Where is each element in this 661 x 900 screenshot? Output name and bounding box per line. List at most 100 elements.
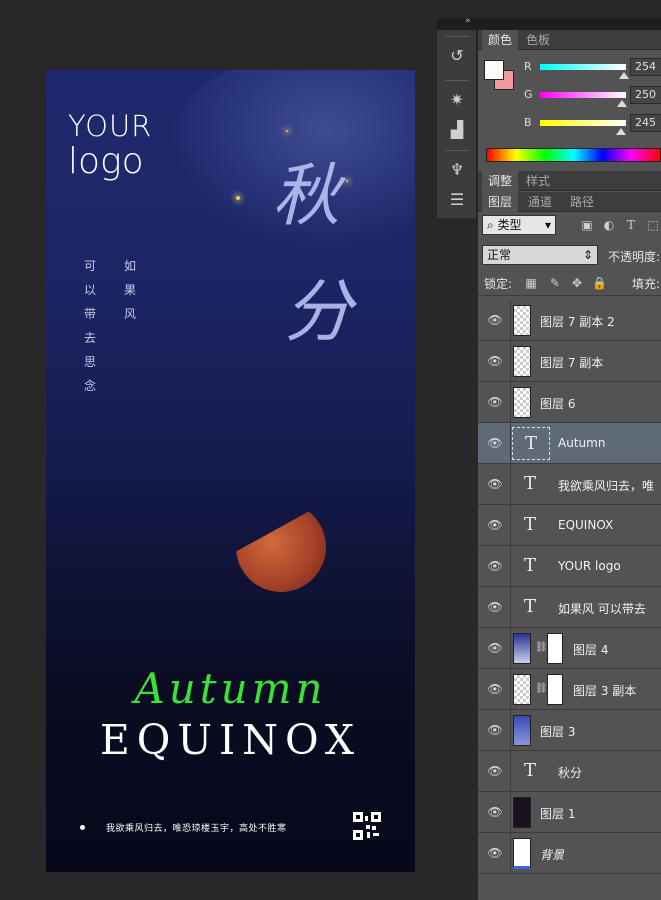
lock-move-icon[interactable]: ✥ <box>570 276 584 290</box>
equinox-title: EQUINOX <box>99 716 362 764</box>
layer-row[interactable]: 👁 图层 6 <box>478 382 661 423</box>
filter-pixel-icon[interactable]: ▣ <box>580 218 594 232</box>
eye-icon[interactable]: 👁 <box>487 395 503 409</box>
layer-row-selected[interactable]: 👁 T Autumn <box>478 423 661 464</box>
link-chain-icon[interactable]: ⛓ <box>535 642 548 653</box>
layer-thumbnail <box>513 633 531 664</box>
eye-icon[interactable]: 👁 <box>487 600 503 614</box>
layer-row[interactable]: 👁 T 如果风 可以带去 <box>478 587 661 628</box>
actions-wheel-icon[interactable]: ✷ <box>445 88 469 112</box>
layer-row[interactable]: 👁 背景 <box>478 833 661 874</box>
filter-adjustment-icon[interactable]: ◐ <box>602 218 616 232</box>
lock-all-icon[interactable]: 🔒 <box>592 276 607 290</box>
moon-image <box>236 502 326 592</box>
g-value-field[interactable]: 250 <box>630 86 661 104</box>
lock-brush-icon[interactable]: ✎ <box>548 276 562 290</box>
tab-swatches[interactable]: 色板 <box>520 30 556 50</box>
layer-name: 秋分 <box>558 766 583 780</box>
divider <box>510 751 511 792</box>
layer-row[interactable]: 👁 T EQUINOX <box>478 505 661 546</box>
tab-styles[interactable]: 样式 <box>520 171 556 191</box>
r-value-field[interactable]: 254 <box>630 58 661 76</box>
tab-layers[interactable]: 图层 <box>482 192 519 212</box>
panel-collapse-bar[interactable]: » <box>437 16 661 30</box>
layer-row[interactable]: 👁 图层 7 副本 2 <box>478 300 661 341</box>
filter-kind-select[interactable]: ⌕ 类型 ▾ <box>482 215 556 235</box>
eye-icon[interactable]: 👁 <box>487 518 503 532</box>
divider <box>510 669 511 710</box>
r-slider-thumb[interactable] <box>619 72 629 79</box>
fill-label: 填充: <box>632 277 661 291</box>
divider <box>510 423 511 464</box>
tab-color[interactable]: 颜色 <box>482 30 519 50</box>
layer-row[interactable]: 👁 图层 3 <box>478 710 661 751</box>
brushes-icon[interactable]: ♆ <box>445 158 469 182</box>
eye-icon[interactable]: 👁 <box>487 764 503 778</box>
autumn-title: Autumn <box>134 664 327 713</box>
eye-icon[interactable]: 👁 <box>487 477 503 491</box>
eye-icon[interactable]: 👁 <box>487 682 503 696</box>
eye-icon[interactable]: 👁 <box>487 559 503 573</box>
layer-mask-thumbnail[interactable] <box>547 674 563 705</box>
eye-icon[interactable]: 👁 <box>487 641 503 655</box>
r-slider[interactable] <box>540 64 626 70</box>
b-value-field[interactable]: 245 <box>630 114 661 132</box>
layer-row[interactable]: 👁 T 我欲乘风归去，唯 <box>478 464 661 505</box>
layer-row[interactable]: 👁 T YOUR logo <box>478 546 661 587</box>
layer-name: 图层 3 副本 <box>573 684 637 698</box>
g-label: G <box>524 88 533 101</box>
b-slider-thumb[interactable] <box>616 128 626 135</box>
link-chain-icon[interactable]: ⛓ <box>535 683 548 694</box>
logo-text-your: YOUR <box>68 109 153 143</box>
tab-adjustments[interactable]: 调整 <box>482 171 519 191</box>
canvas-poster[interactable]: YOUR logo 秋 分 可以带 去思念 如果风 Autumn EQUINOX… <box>46 70 415 872</box>
chevron-down-icon: ⇕ <box>582 248 593 262</box>
tab-paths[interactable]: 路径 <box>564 192 600 212</box>
layer-row[interactable]: 👁 T 秋分 <box>478 751 661 792</box>
eye-icon[interactable]: 👁 <box>487 846 503 860</box>
eye-icon[interactable]: 👁 <box>487 723 503 737</box>
layer-row[interactable]: 👁 ⛓ 图层 4 <box>478 628 661 669</box>
filter-type-icon[interactable]: T <box>624 218 638 232</box>
eye-icon[interactable]: 👁 <box>487 354 503 368</box>
filter-kind-value: 类型 <box>497 218 522 232</box>
divider <box>445 80 469 81</box>
layer-thumbnail <box>513 305 531 336</box>
eye-icon[interactable]: 👁 <box>487 313 503 327</box>
layer-name: 背景 <box>540 848 565 862</box>
layer-name: 图层 7 副本 <box>540 356 604 370</box>
layer-name: YOUR logo <box>558 559 621 573</box>
color-spectrum-bar[interactable] <box>486 148 661 162</box>
eye-icon[interactable]: 👁 <box>487 436 503 450</box>
filter-shape-icon[interactable]: ⬚ <box>646 218 660 232</box>
search-icon: ⌕ <box>487 218 498 232</box>
histogram-icon[interactable]: ▟ <box>445 118 469 142</box>
layer-thumbnail <box>513 346 531 377</box>
layer-name: EQUINOX <box>558 518 614 532</box>
divider <box>510 300 511 341</box>
layer-name: 图层 6 <box>540 397 576 411</box>
color-tabbar: 颜色 色板 <box>478 30 661 50</box>
lock-transparent-icon[interactable]: ▦ <box>524 276 538 290</box>
eye-icon[interactable]: 👁 <box>487 805 503 819</box>
collapse-arrows-icon[interactable]: » <box>465 16 471 26</box>
tab-channels[interactable]: 通道 <box>522 192 558 212</box>
g-slider-thumb[interactable] <box>617 100 627 107</box>
layer-row[interactable]: 👁 图层 1 <box>478 792 661 833</box>
properties-sliders-icon[interactable]: ☰ <box>445 188 469 212</box>
text-layer-icon: T <box>523 514 536 535</box>
adjust-tabbar: 调整 样式 <box>478 171 661 191</box>
color-panel: R 254 G 250 B 245 <box>478 50 661 168</box>
layer-row[interactable]: 👁 ⛓ 图层 3 副本 <box>478 669 661 710</box>
layers-tabbar: 图层 通道 路径 <box>478 192 661 212</box>
layer-thumbnail <box>513 838 531 869</box>
foreground-color-swatch[interactable] <box>484 60 504 80</box>
g-slider[interactable] <box>540 92 626 98</box>
layer-filter-row: ⌕ 类型 ▾ ▣ ◐ T ⬚ <box>478 212 661 238</box>
history-icon[interactable]: ↺ <box>445 44 469 68</box>
layer-mask-thumbnail[interactable] <box>547 633 563 664</box>
blend-mode-select[interactable]: 正常 ⇕ <box>482 245 598 265</box>
divider <box>510 710 511 751</box>
layer-row[interactable]: 👁 图层 7 副本 <box>478 341 661 382</box>
b-slider[interactable] <box>540 120 626 126</box>
